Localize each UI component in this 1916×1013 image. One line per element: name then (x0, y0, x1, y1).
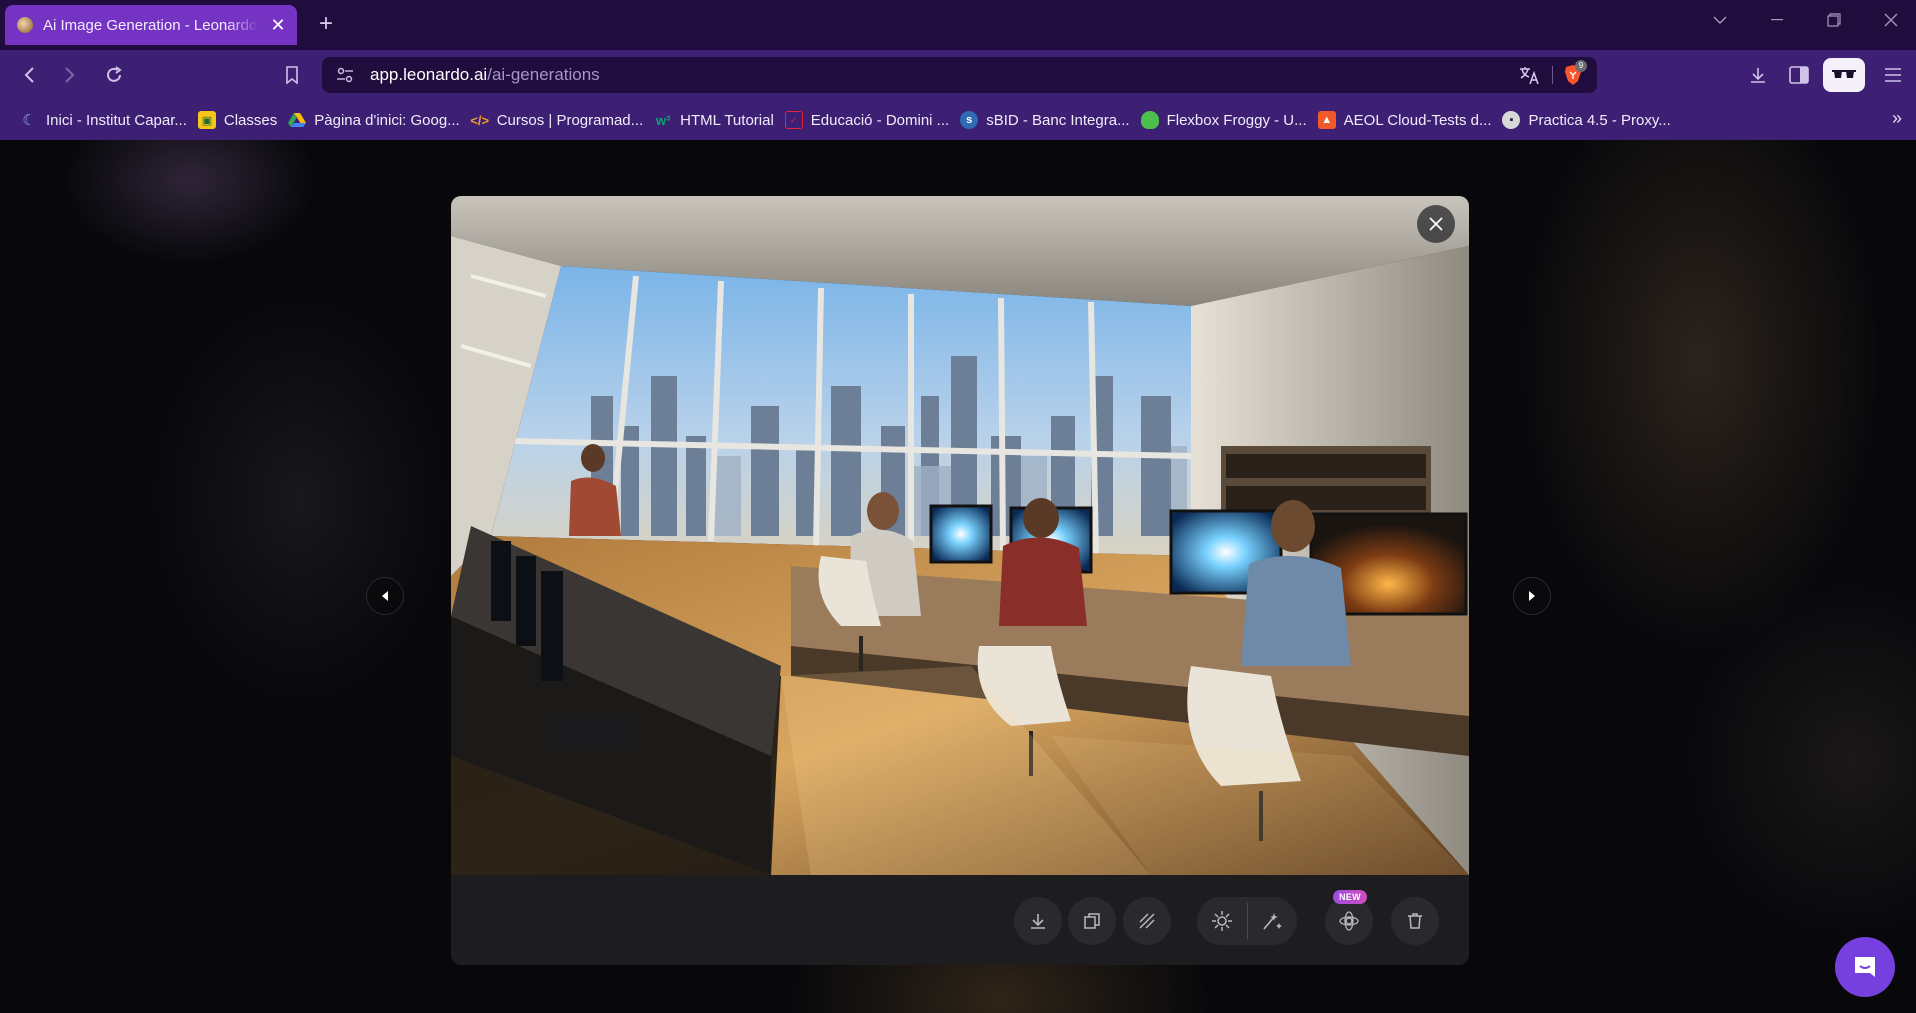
close-window-icon[interactable] (1871, 6, 1911, 34)
forward-icon[interactable] (55, 60, 85, 90)
upscale-button-group (1197, 897, 1297, 945)
address-bar[interactable]: app.leonardo.ai/ai-generations 9 (322, 57, 1597, 93)
previous-image-button[interactable] (366, 577, 404, 615)
w3-icon: w³ (655, 112, 671, 128)
restore-icon[interactable] (1814, 6, 1854, 34)
image-viewer-modal: NEW (451, 196, 1469, 965)
book-icon: ▪ (1502, 111, 1521, 129)
bookmark-label: Classes (223, 111, 278, 129)
delete-button[interactable] (1391, 897, 1439, 945)
bookmark-item[interactable]: Pàgina d'inici: Goog... (286, 105, 468, 135)
chat-icon (1855, 957, 1875, 977)
edu-icon: ✓ (784, 111, 803, 129)
translate-icon[interactable] (1519, 65, 1541, 85)
alchemy-upscale-button[interactable] (1247, 897, 1297, 945)
bookmark-item[interactable]: </> Cursos | Programad... (469, 105, 652, 135)
caret-left-icon (382, 591, 388, 601)
bookmarks-bar: ☾ Inici - Institut Capar... ▣ Classes Pàgi… (0, 100, 1916, 140)
browser-titlebar: Ai Image Generation - Leonardo.Ai ✕ + (0, 0, 1916, 50)
bookmark-item[interactable]: ▲ AEOL Cloud-Tests d... (1316, 105, 1501, 135)
bookmark-label: Cursos | Programad... (496, 111, 644, 129)
menu-icon[interactable] (1880, 62, 1906, 88)
classroom-icon: ▣ (197, 111, 216, 129)
page-backdrop: NEW (0, 140, 1916, 1013)
bookmark-label: AEOL Cloud-Tests d... (1343, 111, 1492, 129)
bookmark-item[interactable]: s sBID - Banc Integra... (958, 105, 1138, 135)
shield-count-badge: 9 (1575, 60, 1587, 72)
tab-search-icon[interactable] (1700, 6, 1740, 34)
glasses-icon (1832, 70, 1856, 78)
new-badge: NEW (1333, 890, 1367, 904)
site-settings-icon[interactable] (336, 66, 354, 84)
frog-icon (1140, 111, 1159, 129)
bookmark-label: Educació - Domini ... (810, 111, 950, 129)
trash-icon (1408, 913, 1422, 929)
url-host: app.leonardo.ai (370, 65, 488, 84)
bookmark-item[interactable]: w³ HTML Tutorial (652, 105, 783, 135)
aeol-icon: ▲ (1317, 111, 1336, 129)
upscale-button[interactable] (1197, 897, 1247, 945)
upscale-icon (1212, 911, 1232, 931)
generated-image (451, 196, 1469, 875)
reader-mode-button[interactable] (1823, 58, 1865, 92)
leonardo-favicon-icon (17, 17, 33, 33)
sidebar-toggle-icon[interactable] (1786, 62, 1812, 88)
bookmark-item[interactable]: Flexbox Froggy - U... (1139, 105, 1316, 135)
bookmark-label: HTML Tutorial (680, 111, 774, 129)
wand-icon (1263, 913, 1282, 930)
tab-close-icon[interactable]: ✕ (269, 15, 287, 36)
bookmark-label: Practica 4.5 - Proxy... (1528, 111, 1671, 129)
browser-toolbar: app.leonardo.ai/ai-generations 9 (0, 50, 1916, 100)
bookmark-label: Inici - Institut Capar... (46, 111, 187, 129)
moon-icon: ☾ (22, 112, 36, 129)
back-icon[interactable] (14, 60, 44, 90)
new-tab-button[interactable]: + (312, 10, 340, 38)
download-button[interactable] (1014, 897, 1062, 945)
close-viewer-button[interactable] (1417, 205, 1455, 243)
downloads-icon[interactable] (1745, 62, 1771, 88)
tab-title: Ai Image Generation - Leonardo.Ai (43, 16, 259, 34)
remove-background-icon (1139, 913, 1155, 929)
url-text[interactable]: app.leonardo.ai/ai-generations (370, 65, 600, 85)
copy-button[interactable] (1068, 897, 1116, 945)
url-path: /ai-generations (487, 65, 600, 84)
bookmark-label: sBID - Banc Integra... (986, 111, 1130, 129)
tab-leonardo[interactable]: Ai Image Generation - Leonardo.Ai ✕ (5, 5, 297, 45)
motion-icon (1339, 911, 1359, 931)
remove-background-button[interactable] (1123, 897, 1171, 945)
next-image-button[interactable] (1513, 577, 1551, 615)
image-action-bar: NEW (451, 875, 1469, 965)
support-chat-button[interactable] (1835, 937, 1895, 997)
code-icon: </> (470, 112, 490, 128)
bookmark-item[interactable]: ✓ Educació - Domini ... (783, 105, 958, 135)
sbid-icon: s (960, 111, 979, 129)
bookmark-item[interactable]: ▣ Classes (196, 105, 286, 135)
motion-button[interactable] (1325, 897, 1373, 945)
caret-right-icon (1529, 591, 1535, 601)
drive-icon (288, 111, 307, 129)
bookmark-label: Pàgina d'inici: Goog... (314, 111, 460, 129)
bookmark-icon[interactable] (277, 60, 307, 90)
bookmarks-overflow-icon[interactable]: » (1892, 108, 1902, 129)
reload-icon[interactable] (99, 60, 129, 90)
address-separator (1552, 66, 1553, 84)
bookmark-item[interactable]: ▪ Practica 4.5 - Proxy... (1500, 105, 1679, 135)
close-icon (1429, 217, 1443, 231)
minimize-icon[interactable] (1757, 6, 1797, 34)
bookmark-item[interactable]: ☾ Inici - Institut Capar... (18, 105, 196, 135)
bookmark-label: Flexbox Froggy - U... (1166, 111, 1307, 129)
download-icon (1031, 914, 1045, 929)
copy-icon (1084, 913, 1100, 929)
